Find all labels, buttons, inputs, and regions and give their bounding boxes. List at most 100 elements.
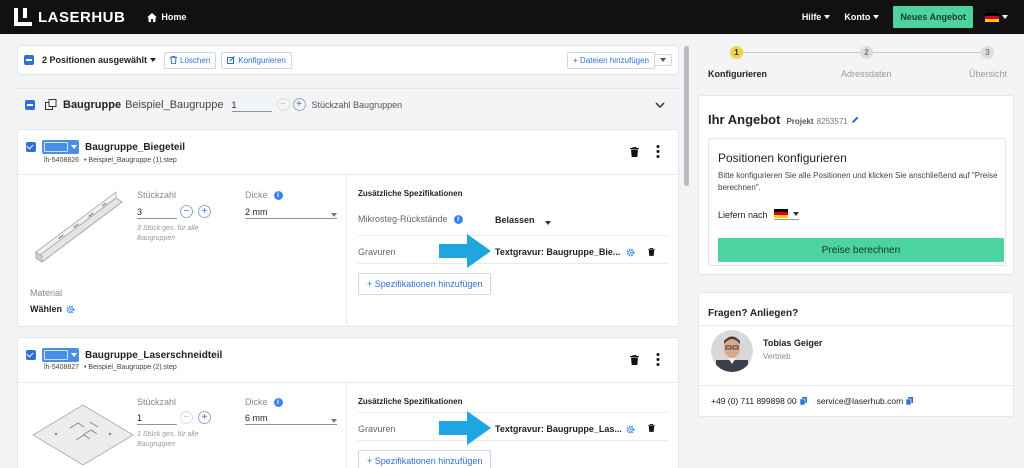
offer-card: Ihr Angebot Projekt 8253571 Positionen k… [698,95,1014,275]
assembly-increment-button[interactable]: + [292,98,306,111]
assembly-row: Baugruppe Beispiel_Baugruppe 1 − + Stück… [17,88,679,120]
selection-dropdown[interactable]: 2 Positionen ausgewählt [42,55,157,65]
home-link[interactable]: Home [147,12,186,22]
part-type-icon [44,142,68,152]
thickness-select[interactable]: 2 mm [245,205,337,219]
contact-avatar [711,330,753,372]
delete-button[interactable]: Löschen [164,51,217,69]
quantity-decrement-button[interactable]: − [180,205,193,218]
thickness-select[interactable]: 6 mm [245,411,337,425]
part-type-selector[interactable] [42,348,79,362]
gear-icon[interactable] [626,425,635,434]
info-icon[interactable]: i [273,190,283,200]
new-offer-button[interactable]: Neues Angebot [893,6,973,28]
step-2-circle[interactable]: 2 [860,46,873,59]
step-1-label: Konfigurieren [708,69,768,79]
part-checkbox[interactable] [26,142,36,152]
contact-role: Vertrieb [763,352,791,361]
part-card-2: Baugruppe_Laserschneidteil lh-5408827 • B… [17,337,680,468]
more-options-icon[interactable] [656,353,660,366]
divider [18,382,680,383]
add-specifications-button[interactable]: + Spezifikationen hinzufügen [358,273,492,295]
part-type-selector[interactable] [42,140,79,154]
quantity-label: Stückzahl [137,397,177,407]
country-select[interactable] [773,209,799,220]
step-3-circle[interactable]: 3 [981,46,994,59]
arrow-icon [439,411,491,445]
add-files-button[interactable]: + Dateien hinzufügen [567,51,655,69]
divider [358,412,668,413]
quantity-increment-button[interactable]: + [198,411,211,424]
part-title: Baugruppe_Laserschneidteil [85,349,223,361]
chevron-down-icon [71,145,77,149]
assembly-quantity-input[interactable]: 1 [231,98,272,112]
quantity-label: Stückzahl [137,190,177,200]
selection-toolbar: 2 Positionen ausgewählt Löschen Konfigur… [17,45,679,75]
account-label: Konto [844,12,871,22]
calculate-prices-button[interactable]: Preise berechnen [718,238,1004,262]
material-select[interactable]: Wählen [30,304,75,314]
thickness-label: Dicke [245,397,268,407]
info-icon[interactable]: i [273,397,283,407]
part-file[interactable]: • Beispiel_Baugruppe (2).step [84,364,177,371]
deliver-to-label: Liefern nach [718,209,768,220]
microstep-select[interactable]: Belassen [495,212,551,226]
engraving-value[interactable]: Textgravur: Baugruppe_Bie... [495,247,620,257]
step-3-label: Übersicht [969,69,1008,79]
account-menu[interactable]: Konto [844,12,880,22]
offer-title: Ihr Angebot [708,112,781,127]
copy-icon[interactable] [906,397,914,405]
part-checkbox[interactable] [26,350,36,360]
info-icon[interactable]: i [453,214,463,224]
selection-count-label: 2 Positionen ausgewählt [42,55,148,65]
pencil-icon[interactable] [851,116,859,124]
top-navigation-bar: LASERHUB Home Hilfe Konto Neues Angebot [0,0,1024,34]
assembly-label: Baugruppe [63,98,122,111]
configure-button[interactable]: Konfigurieren [221,51,292,69]
trash-icon[interactable] [648,424,655,432]
contact-phone[interactable]: +49 (0) 711 899898 00 [711,396,797,406]
trash-icon [170,56,178,64]
trash-icon[interactable] [630,147,639,157]
trash-icon[interactable] [648,248,655,256]
contact-email[interactable]: service@laserhub.com [817,396,904,406]
more-options-icon[interactable] [656,145,660,158]
step-1-circle[interactable]: 1 [730,46,743,59]
thickness-value: 2 mm [245,207,268,217]
divider [699,385,1015,386]
chevron-down-icon[interactable] [655,101,665,108]
quantity-input[interactable]: 3 [137,205,177,219]
quantity-decrement-button[interactable]: − [180,411,193,424]
step-connector [742,52,860,53]
step-number: 3 [981,46,994,59]
edit-icon [227,56,236,64]
add-specifications-button[interactable]: + Spezifikationen hinzufügen [358,450,492,468]
scrollbar[interactable] [684,46,689,186]
microstep-value: Belassen [495,215,535,225]
engraving-label: Gravuren [358,247,396,257]
help-menu[interactable]: Hilfe [802,12,831,22]
part-file[interactable]: • Beispiel_Baugruppe (1).step [84,157,177,164]
chevron-down-icon [660,58,666,62]
step-number: 2 [860,46,873,59]
laserhub-logo[interactable]: LASERHUB [14,8,125,26]
engraving-value[interactable]: Textgravur: Baugruppe_Las... [495,424,622,434]
language-selector[interactable] [985,12,1008,22]
quantity-note: 3 Stück ges. für alle Baugruppen [137,225,199,243]
quantity-input[interactable]: 1 [137,411,177,425]
copy-icon[interactable] [799,397,807,405]
gear-icon[interactable] [626,248,635,257]
select-all-checkbox[interactable] [24,55,34,65]
assembly-qty-label: Stückzahl Baugruppen [311,99,403,110]
trash-icon[interactable] [630,355,639,365]
box-text: Bitte konfigurieren Sie alle Positionen … [718,171,998,192]
add-files-dropdown[interactable] [655,54,672,66]
assembly-checkbox[interactable] [25,99,35,110]
additional-specs-title: Zusätzliche Spezifikationen [358,189,463,198]
chevron-down-icon [873,15,880,19]
quantity-increment-button[interactable]: + [198,205,211,218]
chevron-down-icon [150,58,157,62]
quantity-note: 1 Stück ges. für alle Baugruppen [137,431,199,449]
assembly-decrement-button[interactable]: − [276,98,290,111]
part-card-1: Baugruppe_Biegeteil lh-5408826 • Beispiel… [17,129,680,327]
